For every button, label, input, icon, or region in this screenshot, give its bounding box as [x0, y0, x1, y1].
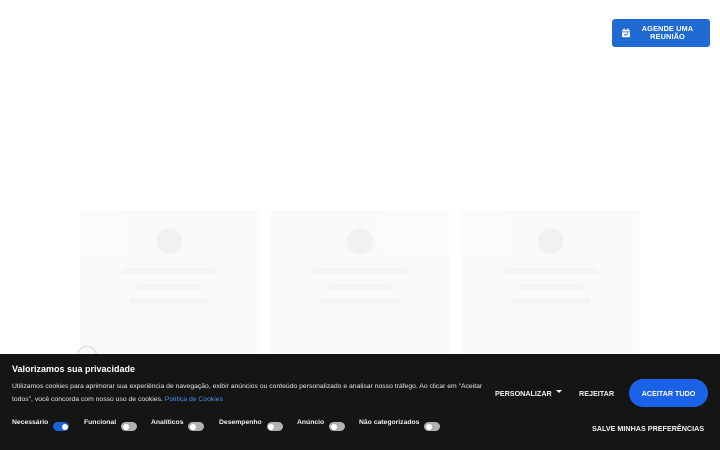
category-label: Funcional	[84, 418, 117, 426]
schedule-meeting-label: AGENDE UMA REUNIÃO	[641, 24, 694, 41]
card-text-placeholder	[129, 298, 210, 304]
customize-label: PERSONALIZAR	[495, 389, 552, 398]
cookie-banner-title: Valorizamos sua privacidade	[12, 364, 136, 374]
category-functional: Funcional	[84, 418, 138, 431]
cookie-consent-banner: Valorizamos sua privacidade Utilizamos c…	[0, 354, 720, 450]
card-text-placeholder	[121, 268, 218, 274]
toggle-analytics[interactable]	[188, 422, 205, 431]
reject-button[interactable]: REJEITAR	[579, 389, 614, 398]
card-text-placeholder	[136, 284, 203, 290]
cookie-description-text: Utilizamos cookies para aprimorar sua ex…	[12, 383, 483, 403]
category-label: Analíticos	[151, 418, 184, 426]
caret-down-icon	[555, 390, 562, 393]
category-advertisement: Anúncio	[297, 418, 346, 431]
calendar-icon	[622, 28, 630, 38]
feature-card	[461, 210, 641, 355]
save-preferences-button[interactable]: SALVE MINHAS PREFERÊNCIAS	[592, 424, 704, 433]
toggle-advertisement[interactable]	[329, 422, 346, 431]
category-uncategorized: Não categorizados	[359, 418, 441, 431]
card-text-placeholder	[502, 268, 599, 274]
feature-card	[270, 210, 450, 355]
category-performance: Desempenho	[219, 419, 283, 431]
category-label: Anúncio	[297, 418, 325, 426]
toggle-necessary[interactable]	[53, 422, 70, 431]
card-icon	[347, 228, 373, 254]
customize-button[interactable]: PERSONALIZAR	[495, 389, 562, 398]
toggle-performance[interactable]	[266, 422, 283, 431]
card-text-placeholder	[510, 298, 591, 304]
toggle-uncategorized[interactable]	[424, 422, 441, 431]
card-text-placeholder	[312, 268, 408, 274]
card-icon	[156, 228, 183, 254]
category-analytics: Analíticos	[151, 418, 205, 431]
card-text-placeholder	[320, 298, 400, 304]
category-label: Desempenho	[219, 418, 262, 426]
cookie-policy-link[interactable]: Política de Cookies	[165, 396, 223, 403]
feature-cards	[80, 210, 641, 355]
cookie-banner-description: Utilizamos cookies para aprimorar sua ex…	[12, 381, 484, 406]
card-text-placeholder	[327, 284, 393, 290]
card-text-placeholder	[517, 284, 584, 290]
category-label: Não categorizados	[359, 418, 420, 426]
schedule-meeting-button[interactable]: AGENDE UMA REUNIÃO	[612, 19, 710, 47]
toggle-functional[interactable]	[121, 422, 138, 431]
accept-all-button[interactable]: ACEITAR TUDO	[629, 379, 708, 407]
feature-card	[80, 210, 259, 355]
category-label: Necessário	[12, 418, 49, 426]
card-icon	[537, 228, 564, 254]
category-necessary: Necessário	[12, 418, 70, 431]
